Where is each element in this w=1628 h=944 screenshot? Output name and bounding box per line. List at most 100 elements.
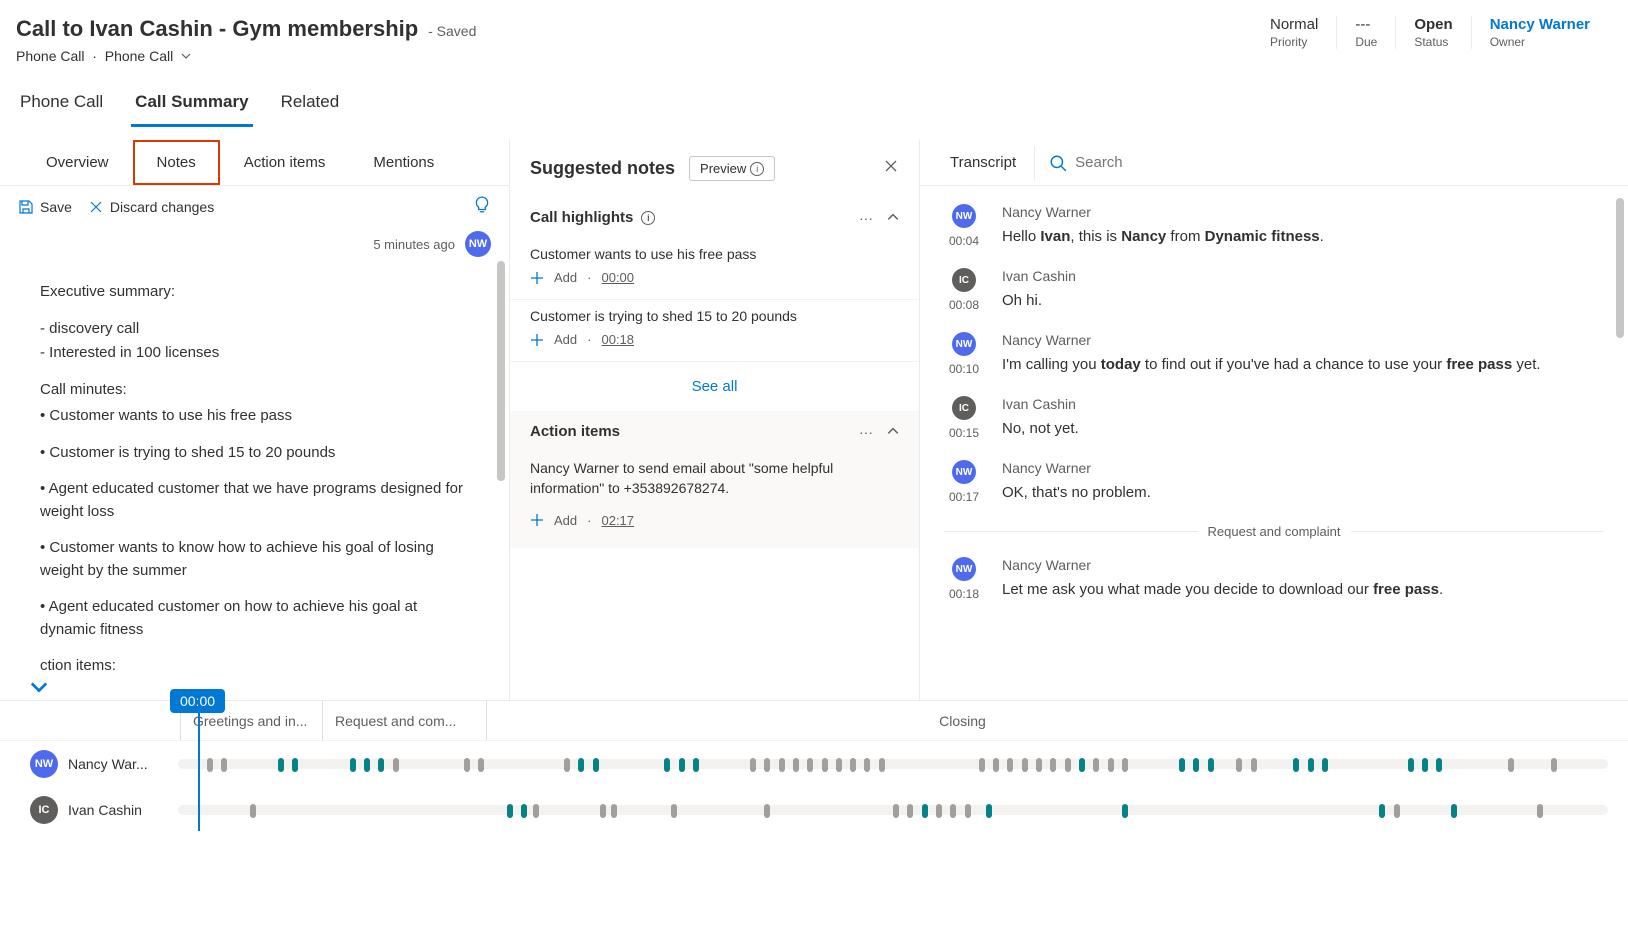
lightbulb-icon[interactable] xyxy=(473,196,491,217)
timeline-tick[interactable] xyxy=(1179,758,1185,772)
timeline-tick[interactable] xyxy=(1050,758,1056,772)
timeline-tick[interactable] xyxy=(893,804,899,818)
timeline-segment[interactable]: Request and com... xyxy=(322,701,486,740)
timeline-tick[interactable] xyxy=(1422,758,1428,772)
timeline-tick[interactable] xyxy=(922,804,928,818)
timeline-tick[interactable] xyxy=(1322,758,1328,772)
chevron-down-icon[interactable] xyxy=(30,678,48,699)
timeline-tick[interactable] xyxy=(1036,758,1042,772)
chevron-up-icon[interactable] xyxy=(887,210,899,226)
timeline-tick[interactable] xyxy=(1293,758,1299,772)
see-all-link[interactable]: See all xyxy=(510,362,919,411)
sub-tab-action-items[interactable]: Action items xyxy=(220,140,350,185)
transcript-body[interactable]: NW 00:04 Nancy Warner Hello Ivan, this i… xyxy=(920,186,1628,639)
timeline-tick[interactable] xyxy=(207,758,213,772)
save-button[interactable]: Save xyxy=(18,199,72,215)
timeline-tick[interactable] xyxy=(950,804,956,818)
track-bar[interactable] xyxy=(178,759,1608,769)
chevron-up-icon[interactable] xyxy=(887,424,899,440)
timeline-tick[interactable] xyxy=(378,758,384,772)
timeline-tick[interactable] xyxy=(979,758,985,772)
timeline-tick[interactable] xyxy=(1379,804,1385,818)
timeline-tick[interactable] xyxy=(611,804,617,818)
preview-button[interactable]: Preview i xyxy=(689,156,775,181)
timeline-tick[interactable] xyxy=(478,758,484,772)
timeline-tick[interactable] xyxy=(993,758,999,772)
timeline-tick[interactable] xyxy=(507,804,513,818)
transcript-row[interactable]: IC 00:08 Ivan Cashin Oh hi. xyxy=(944,268,1604,312)
info-icon[interactable]: i xyxy=(641,211,655,225)
more-icon[interactable]: ··· xyxy=(859,210,873,226)
sub-tab-mentions[interactable]: Mentions xyxy=(349,140,458,185)
timestamp-link[interactable]: 02:17 xyxy=(601,513,634,528)
plus-icon[interactable] xyxy=(530,271,544,285)
timeline-tick[interactable] xyxy=(1451,804,1457,818)
timeline-tick[interactable] xyxy=(907,804,913,818)
timeline-tick[interactable] xyxy=(1551,758,1557,772)
timeline-tick[interactable] xyxy=(793,758,799,772)
timestamp-link[interactable]: 00:00 xyxy=(601,270,634,285)
timeline-tick[interactable] xyxy=(1122,804,1128,818)
timeline-tick[interactable] xyxy=(221,758,227,772)
header-meta-item[interactable]: Nancy WarnerOwner xyxy=(1471,16,1608,49)
timeline-tick[interactable] xyxy=(1022,758,1028,772)
timeline-tick[interactable] xyxy=(779,758,785,772)
sub-tab-notes[interactable]: Notes xyxy=(133,140,220,185)
transcript-row[interactable]: NW 00:17 Nancy Warner OK, that's no prob… xyxy=(944,460,1604,504)
scrollbar[interactable] xyxy=(1616,198,1624,338)
transcript-row[interactable]: NW 00:04 Nancy Warner Hello Ivan, this i… xyxy=(944,204,1604,248)
transcript-row[interactable]: IC 00:15 Ivan Cashin No, not yet. xyxy=(944,396,1604,440)
search-input[interactable] xyxy=(1034,146,1616,180)
timeline-tick[interactable] xyxy=(1251,758,1257,772)
timeline-tick[interactable] xyxy=(533,804,539,818)
timeline-tick[interactable] xyxy=(879,758,885,772)
search-field[interactable] xyxy=(1075,154,1602,171)
timeline-tick[interactable] xyxy=(278,758,284,772)
timeline-tick[interactable] xyxy=(600,804,606,818)
timeline-tick[interactable] xyxy=(764,758,770,772)
timeline-tick[interactable] xyxy=(1065,758,1071,772)
timeline-tick[interactable] xyxy=(750,758,756,772)
timeline-tick[interactable] xyxy=(1308,758,1314,772)
timeline-tick[interactable] xyxy=(850,758,856,772)
timeline-tick[interactable] xyxy=(250,804,256,818)
timeline-tick[interactable] xyxy=(936,804,942,818)
timeline-tick[interactable] xyxy=(1537,804,1543,818)
timeline-tick[interactable] xyxy=(671,804,677,818)
timeline-tick[interactable] xyxy=(1408,758,1414,772)
playhead[interactable]: 00:00 xyxy=(170,689,225,713)
main-tab-related[interactable]: Related xyxy=(277,84,344,127)
add-button[interactable]: Add xyxy=(554,270,577,285)
sub-tab-overview[interactable]: Overview xyxy=(22,140,133,185)
timeline-tick[interactable] xyxy=(593,758,599,772)
more-icon[interactable]: ··· xyxy=(859,424,873,440)
timeline-tick[interactable] xyxy=(1122,758,1128,772)
timeline-tick[interactable] xyxy=(364,758,370,772)
timeline-tick[interactable] xyxy=(1193,758,1199,772)
timeline-tick[interactable] xyxy=(1394,804,1400,818)
timeline-segment[interactable]: Closing xyxy=(486,701,1426,740)
add-button[interactable]: Add xyxy=(554,332,577,347)
timeline-tick[interactable] xyxy=(822,758,828,772)
scrollbar[interactable] xyxy=(497,261,505,481)
transcript-row[interactable]: NW 00:18 Nancy Warner Let me ask you wha… xyxy=(944,557,1604,601)
timeline-tick[interactable] xyxy=(1007,758,1013,772)
discard-button[interactable]: Discard changes xyxy=(88,199,214,215)
timeline-tick[interactable] xyxy=(1436,758,1442,772)
timeline-tick[interactable] xyxy=(350,758,356,772)
track-bar[interactable] xyxy=(178,805,1608,815)
timeline-tick[interactable] xyxy=(664,758,670,772)
plus-icon[interactable] xyxy=(530,513,544,527)
add-button[interactable]: Add xyxy=(554,513,577,528)
timeline-tick[interactable] xyxy=(564,758,570,772)
timeline-tick[interactable] xyxy=(1079,758,1085,772)
timeline-tick[interactable] xyxy=(1236,758,1242,772)
main-tab-call-summary[interactable]: Call Summary xyxy=(131,84,252,127)
plus-icon[interactable] xyxy=(530,333,544,347)
timeline-tick[interactable] xyxy=(864,758,870,772)
timeline-tick[interactable] xyxy=(764,804,770,818)
main-tab-phone-call[interactable]: Phone Call xyxy=(16,84,107,127)
timeline-tick[interactable] xyxy=(1108,758,1114,772)
timeline-tick[interactable] xyxy=(693,758,699,772)
timeline-tick[interactable] xyxy=(836,758,842,772)
